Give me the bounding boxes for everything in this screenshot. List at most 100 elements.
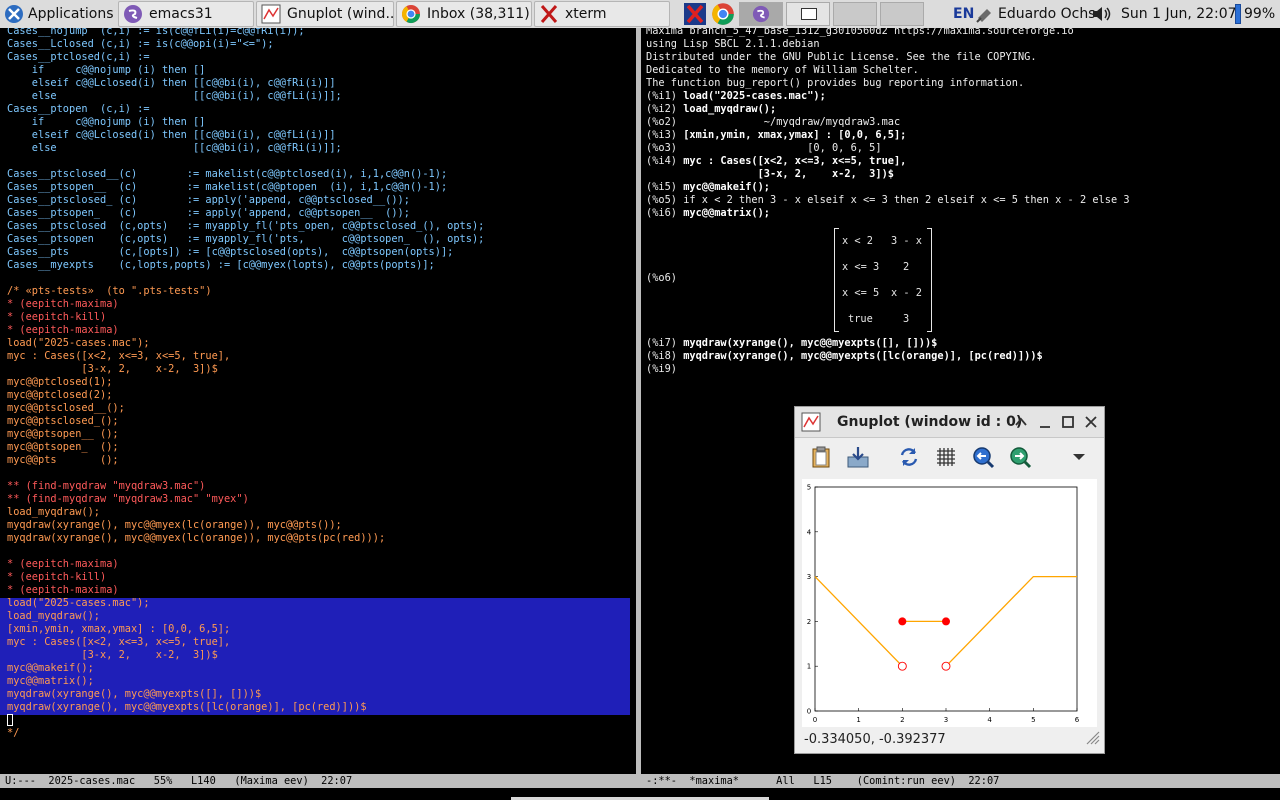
source-line: myc@@ptsclosed_(); <box>7 415 119 427</box>
minimize-icon[interactable] <box>1038 414 1052 433</box>
x-tick-label: 6 <box>1075 716 1080 724</box>
source-line: myc@@matrix(); <box>7 675 94 687</box>
source-line: else [[c@@bi(i), c@@fRi(i)]]; <box>7 142 342 154</box>
repl-prompt-label: (%i6) <box>646 207 684 219</box>
emacs-window-left[interactable]: Cases__nojump (c,i) := is(c@@fLi(i)=c@@f… <box>0 28 636 774</box>
resize-grip-icon[interactable] <box>1084 729 1100 749</box>
repl-prompt-label: (%o3) <box>646 142 684 154</box>
chrome-launcher-icon[interactable] <box>711 2 735 26</box>
clipboard-icon[interactable] <box>809 445 833 469</box>
repl-line: [3-x, 2, x-2, 3])$ <box>646 168 1130 181</box>
function-curve <box>814 576 903 667</box>
modeline-left: U:--- 2025-cases.mac 55% L140 (Maxima ee… <box>0 774 636 788</box>
source-line: myqdraw(xyrange(), myc@@myex(lc(orange))… <box>7 532 386 544</box>
zoom-previous-icon[interactable] <box>971 445 995 469</box>
task-xterm[interactable]: xterm <box>534 1 670 27</box>
xterm-launcher-icon[interactable] <box>683 2 707 26</box>
task-chrome-inbox[interactable]: Inbox (38,311)... <box>396 1 532 27</box>
keyboard-layout[interactable]: EN <box>953 0 974 28</box>
closed-point <box>942 617 950 626</box>
matrix-cell: 3 <box>903 313 910 325</box>
source-line: else [[c@@bi(i), c@@fLi(i)]]; <box>7 90 342 102</box>
grid-icon[interactable] <box>934 445 958 469</box>
matrix-cell: 3 - x <box>891 235 922 247</box>
matrix-right-bracket <box>927 228 932 332</box>
repl-line: Distributed under the GNU Public License… <box>646 51 1130 64</box>
source-line: * (eepitch-maxima) <box>7 298 119 310</box>
battery-percent: 99% <box>1244 6 1276 22</box>
gnuplot-titlebar[interactable]: Gnuplot (window id : 0) <box>795 407 1104 438</box>
workspace-3[interactable] <box>833 2 877 26</box>
repl-line: Dedicated to the memory of William Schel… <box>646 64 1130 77</box>
workspace-4[interactable] <box>880 2 924 26</box>
repl-input: [xmin,ymin, xmax,ymax] : [0,0, 6,5]; <box>683 129 907 141</box>
gnuplot-window[interactable]: Gnuplot (window id : 0) 0 1 2 3 4 5 6 0 … <box>794 406 1105 754</box>
user-menu[interactable]: Eduardo Ochs <box>975 0 1095 28</box>
repl-line: (%i5) myc@@makeif(); <box>646 181 1130 194</box>
replot-icon[interactable] <box>897 445 921 469</box>
source-line: */ <box>7 727 20 739</box>
volume-icon[interactable] <box>1091 0 1115 28</box>
repl-input: myc@@makeif(); <box>683 181 770 193</box>
repl-prompt-label: (%i4) <box>646 155 684 167</box>
repl-line: (%i8) myqdraw(xyrange(), myc@@myexpts([l… <box>646 350 1130 363</box>
zoom-next-icon[interactable] <box>1008 445 1032 469</box>
repl-line: (%i2) load_myqdraw(); <box>646 103 1130 116</box>
battery-indicator[interactable]: 99% <box>1235 0 1275 28</box>
repl-prompt-label: (%o2) <box>646 116 684 128</box>
repl-input: myc : Cases([x<2, x<=3, x<=5, true], <box>683 155 907 167</box>
repl-input: load("2025-cases.mac"); <box>683 90 826 102</box>
repl-output: using Lisp SBCL 2.1.1.debian <box>646 38 820 50</box>
gnuplot-plot-area[interactable]: 0 1 2 3 4 5 6 0 1 2 3 4 5 <box>802 479 1097 727</box>
task-label: Gnuplot (wind... <box>287 6 393 22</box>
repl-prompt-label: (%o5) <box>646 194 684 206</box>
source-line <box>7 272 484 285</box>
workspace-2[interactable] <box>786 2 830 26</box>
plot-canvas[interactable]: 0 1 2 3 4 5 6 0 1 2 3 4 5 <box>802 479 1097 727</box>
x-tick-label: 5 <box>1031 716 1035 724</box>
y-tick-label: 5 <box>807 484 811 492</box>
matrix-cell: x <= 3 <box>842 261 880 273</box>
source-line: load("2025-cases.mac"); <box>7 337 150 349</box>
source-line: Cases__ptsclosed__(c) := makelist(c@@ptc… <box>7 168 448 180</box>
chevron-up-icon[interactable] <box>1014 414 1028 433</box>
repl-line: (%i7) myqdraw(xyrange(), myc@@myexpts([]… <box>646 337 1130 350</box>
menu-dropdown-icon[interactable] <box>1067 445 1091 469</box>
source-line: * (eepitch-maxima) <box>7 324 119 336</box>
user-name: Eduardo Ochs <box>998 6 1096 22</box>
source-line: myc@@ptclosed(2); <box>7 389 113 401</box>
repl-line: (%i9) <box>646 363 1130 376</box>
xterm-icon <box>539 4 559 24</box>
repl-prompt-label <box>646 168 683 180</box>
applications-menu[interactable]: Applications : <box>4 0 123 28</box>
repl-line: (%o3) [0, 0, 6, 5] <box>646 142 1130 155</box>
close-icon[interactable] <box>1084 414 1098 433</box>
matrix-cell: x <= 5 <box>842 287 880 299</box>
source-line: * (eepitch-kill) <box>7 311 107 323</box>
text-cursor <box>7 714 13 726</box>
source-line: /* «pts-tests» (to ".pts-tests") <box>7 285 212 297</box>
source-line <box>7 545 484 558</box>
source-line: myc@@makeif(); <box>7 662 94 674</box>
source-line <box>7 467 484 480</box>
repl-prompt-label: (%i7) <box>646 337 684 349</box>
task-emacs[interactable]: emacs31 <box>118 1 254 27</box>
source-line: Cases__pts (c,[opts]) := [c@@ptsclosed(o… <box>7 246 454 258</box>
gnuplot-title: Gnuplot (window id : 0) <box>837 414 1023 430</box>
repl-output: if x < 2 then 3 - x elseif x <= 3 then 2… <box>683 194 1130 206</box>
open-point <box>897 661 907 671</box>
matrix-cell: true <box>848 313 873 325</box>
source-line: Cases__ptsopen (c,opts) := myapply_fl('p… <box>7 233 485 245</box>
y-tick-label: 0 <box>807 708 811 716</box>
source-line: ** (find-myqdraw "myqdraw3.mac") <box>7 480 206 492</box>
applications-label: Applications : <box>28 6 123 22</box>
workspace-1[interactable] <box>739 2 783 26</box>
emacs-workspace-icon <box>752 5 770 27</box>
task-gnuplot[interactable]: Gnuplot (wind... <box>256 1 394 27</box>
y-tick-label: 2 <box>807 618 811 626</box>
export-icon[interactable] <box>846 445 870 469</box>
maximize-icon[interactable] <box>1061 414 1075 433</box>
repl-line: (%o2) ~/myqdraw/myqdraw3.mac <box>646 116 1130 129</box>
repl-line: Maxima branch_5_47_base_1312_g3010560d2 … <box>646 28 1130 38</box>
clock[interactable]: Sun 1 Jun, 22:07 <box>1121 0 1237 28</box>
